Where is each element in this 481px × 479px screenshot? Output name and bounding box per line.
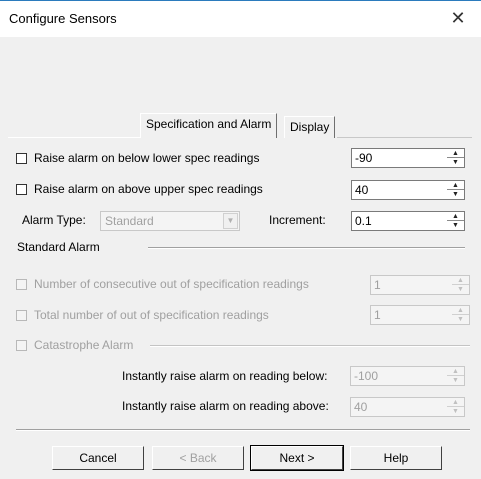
spin-down-icon[interactable]: ▼ xyxy=(447,376,464,385)
catastrophe-above-stepper[interactable]: 40 ▲ ▼ xyxy=(350,397,465,417)
next-button[interactable]: Next > xyxy=(250,445,344,471)
spin-up-icon[interactable]: ▲ xyxy=(447,181,464,190)
spin-down-icon[interactable]: ▼ xyxy=(447,221,464,230)
back-button[interactable]: < Back xyxy=(152,446,244,470)
spin-buttons: ▲ ▼ xyxy=(447,149,464,167)
title-bar: Configure Sensors ✕ xyxy=(0,0,481,37)
increment-stepper[interactable]: 0.1 ▲ ▼ xyxy=(351,211,465,231)
catastrophe-divider xyxy=(150,345,470,347)
tab-display[interactable]: Display xyxy=(284,116,336,138)
spin-up-icon[interactable]: ▲ xyxy=(447,398,464,407)
spin-buttons: ▲ ▼ xyxy=(447,398,464,416)
total-readings-stepper[interactable]: 1 ▲ ▼ xyxy=(370,305,470,325)
increment-value: 0.1 xyxy=(355,214,372,228)
spin-buttons: ▲ ▼ xyxy=(452,276,469,294)
total-readings-value: 1 xyxy=(374,308,381,322)
spin-down-icon[interactable]: ▼ xyxy=(447,407,464,416)
tab-specification-and-alarm[interactable]: Specification and Alarm xyxy=(140,113,278,138)
catastrophe-alarm-label: Catastrophe Alarm xyxy=(34,338,134,352)
spin-up-icon[interactable]: ▲ xyxy=(447,367,464,376)
consecutive-readings-stepper[interactable]: 1 ▲ ▼ xyxy=(370,275,470,295)
lower-spec-checkbox[interactable] xyxy=(16,153,27,164)
spin-buttons: ▲ ▼ xyxy=(447,212,464,230)
consecutive-readings-label: Number of consecutive out of specificati… xyxy=(34,277,309,291)
spin-up-icon[interactable]: ▲ xyxy=(447,212,464,221)
footer-divider xyxy=(16,429,470,431)
consecutive-readings-checkbox[interactable] xyxy=(16,279,27,290)
tab-panel-edge xyxy=(8,137,140,138)
catastrophe-above-label: Instantly raise alarm on reading above: xyxy=(122,399,329,413)
upper-spec-checkbox[interactable] xyxy=(16,184,27,195)
tab-panel-edge-shadow xyxy=(337,137,472,138)
spin-down-icon[interactable]: ▼ xyxy=(447,158,464,167)
lower-spec-value: -90 xyxy=(355,151,373,165)
catastrophe-above-value: 40 xyxy=(354,400,368,414)
chevron-down-icon: ▼ xyxy=(223,213,238,229)
alarm-type-value: Standard xyxy=(105,214,154,228)
consecutive-readings-value: 1 xyxy=(374,278,381,292)
upper-spec-value: 40 xyxy=(355,183,369,197)
catastrophe-below-stepper[interactable]: -100 ▲ ▼ xyxy=(350,366,465,386)
alarm-type-select[interactable]: Standard ▼ xyxy=(100,211,240,231)
spin-down-icon[interactable]: ▼ xyxy=(447,190,464,199)
spin-buttons: ▲ ▼ xyxy=(447,367,464,385)
spin-buttons: ▲ ▼ xyxy=(447,181,464,199)
catastrophe-below-value: -100 xyxy=(354,369,379,383)
close-icon[interactable]: ✕ xyxy=(447,7,469,29)
spin-buttons: ▲ ▼ xyxy=(452,306,469,324)
spin-up-icon[interactable]: ▲ xyxy=(452,306,469,315)
spin-down-icon[interactable]: ▼ xyxy=(452,285,469,294)
upper-spec-stepper[interactable]: 40 ▲ ▼ xyxy=(351,180,465,200)
catastrophe-below-label: Instantly raise alarm on reading below: xyxy=(122,369,328,383)
help-button[interactable]: Help xyxy=(350,446,442,470)
dialog-body: Specification and Alarm Display Raise al… xyxy=(0,37,481,479)
lower-spec-label: Raise alarm on below lower spec readings xyxy=(34,151,260,165)
spin-up-icon[interactable]: ▲ xyxy=(447,149,464,158)
tab-label: Display xyxy=(290,120,330,134)
cancel-button[interactable]: Cancel xyxy=(52,446,144,470)
lower-spec-stepper[interactable]: -90 ▲ ▼ xyxy=(351,148,465,168)
upper-spec-label: Raise alarm on above upper spec readings xyxy=(34,182,263,196)
increment-label: Increment: xyxy=(269,213,326,227)
standard-alarm-divider xyxy=(148,247,465,249)
standard-alarm-heading: Standard Alarm xyxy=(17,240,100,254)
total-readings-checkbox[interactable] xyxy=(16,310,27,321)
window-title: Configure Sensors xyxy=(9,11,117,26)
spin-down-icon[interactable]: ▼ xyxy=(452,315,469,324)
spin-up-icon[interactable]: ▲ xyxy=(452,276,469,285)
total-readings-label: Total number of out of specification rea… xyxy=(34,308,269,322)
catastrophe-alarm-checkbox[interactable] xyxy=(16,340,27,351)
tab-label: Specification and Alarm xyxy=(146,117,272,131)
alarm-type-label: Alarm Type: xyxy=(22,213,86,227)
